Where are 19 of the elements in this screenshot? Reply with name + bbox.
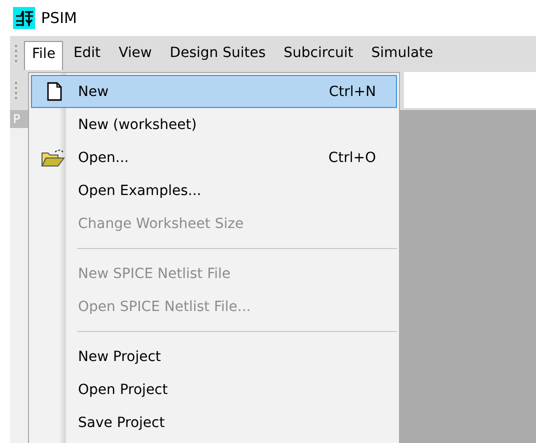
- grip-icon: [15, 44, 18, 62]
- menu-item[interactable]: View: [110, 40, 160, 70]
- menu-entry[interactable]: Open Examples...: [31, 174, 397, 207]
- document-icon: [46, 82, 62, 101]
- menu-item[interactable]: Design Suites: [162, 40, 274, 70]
- menu-entry[interactable]: Save Project: [31, 406, 397, 439]
- menu-item[interactable]: Edit: [65, 40, 109, 70]
- menu-item[interactable]: File: [24, 41, 64, 70]
- menu-entry[interactable]: New (worksheet): [31, 108, 397, 141]
- menu-entry[interactable]: Open Project: [31, 373, 397, 406]
- menu-entry[interactable]: New Project: [31, 340, 397, 373]
- menu-entry[interactable]: Open... Ctrl+O: [31, 141, 397, 174]
- window-title: PSIM: [41, 9, 77, 27]
- menu-entry[interactable]: New Ctrl+N: [31, 75, 397, 108]
- folder-icon: [41, 148, 67, 168]
- app-icon: [13, 7, 35, 29]
- menu-item[interactable]: Simulate: [363, 40, 442, 70]
- grip-icon: [15, 81, 18, 99]
- menu-item[interactable]: Subcircuit: [276, 40, 362, 70]
